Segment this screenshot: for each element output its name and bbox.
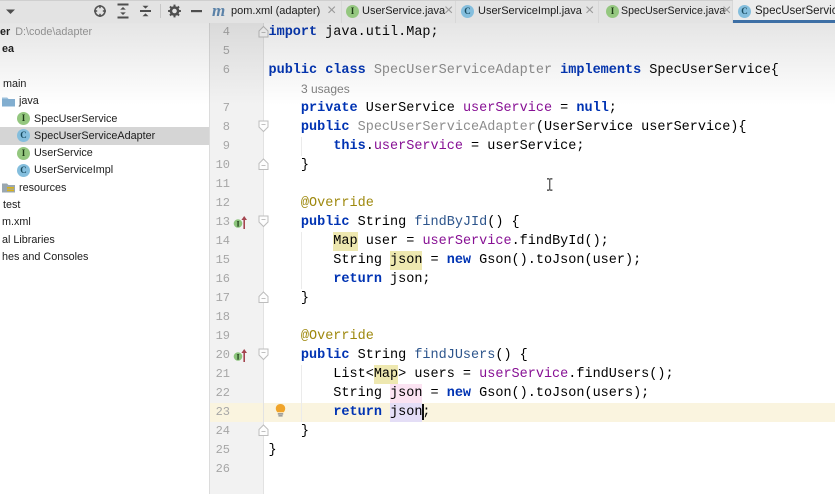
svg-text:I: I (236, 220, 239, 229)
svg-text:I: I (236, 353, 239, 362)
